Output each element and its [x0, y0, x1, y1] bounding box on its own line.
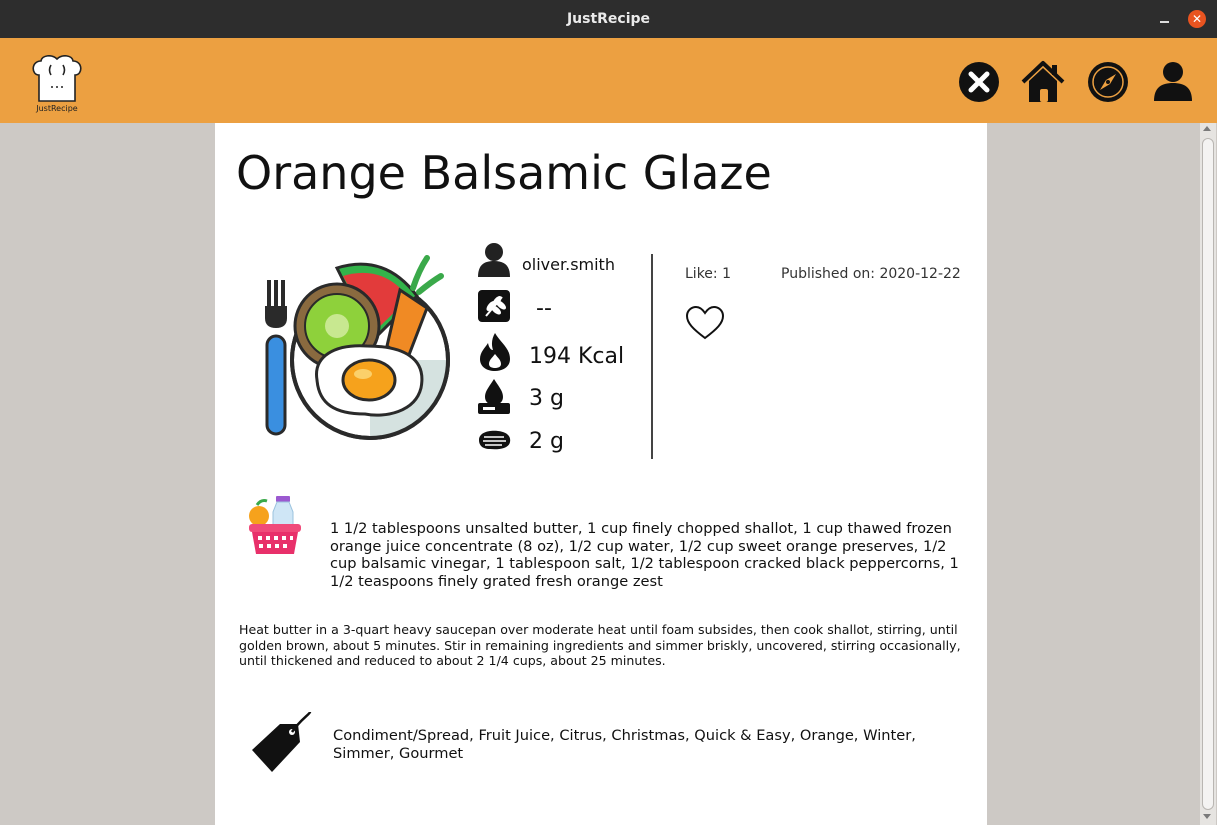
- stats-divider: [651, 254, 653, 459]
- window-titlebar: JustRecipe ✕: [0, 0, 1217, 38]
- minimize-button[interactable]: [1158, 10, 1172, 28]
- calories-flame-icon: [480, 333, 510, 371]
- close-icon: [959, 62, 999, 102]
- logo-label: JustRecipe: [36, 104, 78, 113]
- directions-text: Heat butter in a 3-quart heavy saucepan …: [239, 622, 961, 668]
- recipe-tags: Condiment/Spread, Fruit Juice, Citrus, C…: [333, 727, 916, 762]
- home-icon: [1021, 61, 1065, 102]
- category-value: --: [536, 296, 552, 321]
- recipe-title: Orange Balsamic Glaze: [236, 146, 772, 200]
- scrollbar-thumb[interactable]: [1202, 138, 1214, 810]
- calories-value: 194 Kcal: [529, 344, 625, 369]
- heart-icon: [685, 305, 725, 340]
- fat-value: 3 g: [529, 386, 564, 411]
- plate-food-icon: [265, 255, 450, 440]
- like-button[interactable]: [685, 305, 725, 341]
- ingredients-basket: [245, 494, 305, 558]
- explore-button[interactable]: [1085, 59, 1131, 105]
- compass-icon: [1088, 62, 1128, 102]
- fat-drop-icon: [478, 379, 510, 414]
- tags-label: [250, 710, 316, 776]
- protein-steak-icon: [479, 430, 511, 450]
- home-button[interactable]: [1020, 59, 1066, 105]
- close-button[interactable]: [956, 59, 1002, 105]
- author-name[interactable]: oliver.smith: [522, 255, 615, 274]
- protein-value: 2 g: [529, 429, 564, 454]
- window-close-button[interactable]: ✕: [1188, 10, 1206, 28]
- justrecipe-logo[interactable]: JustRecipe: [30, 55, 84, 117]
- basket-icon: [249, 496, 301, 554]
- recipe-image: [255, 248, 455, 443]
- published-date: Published on: 2020-12-22: [781, 266, 961, 282]
- author-icon: [478, 243, 510, 277]
- profile-button[interactable]: [1150, 59, 1196, 105]
- scroll-down-arrow-icon[interactable]: [1203, 814, 1211, 819]
- likes-count: Like: 1: [685, 266, 731, 282]
- scroll-up-arrow-icon[interactable]: [1203, 126, 1211, 131]
- tag-icon: [252, 711, 312, 772]
- window-title: JustRecipe: [566, 11, 651, 27]
- ingredients-text: 1 1/2 tablespoons unsalted butter, 1 cup…: [330, 520, 959, 590]
- recipe-card: [215, 123, 987, 825]
- profile-icon: [1154, 62, 1192, 101]
- wheat-icon: [478, 290, 510, 322]
